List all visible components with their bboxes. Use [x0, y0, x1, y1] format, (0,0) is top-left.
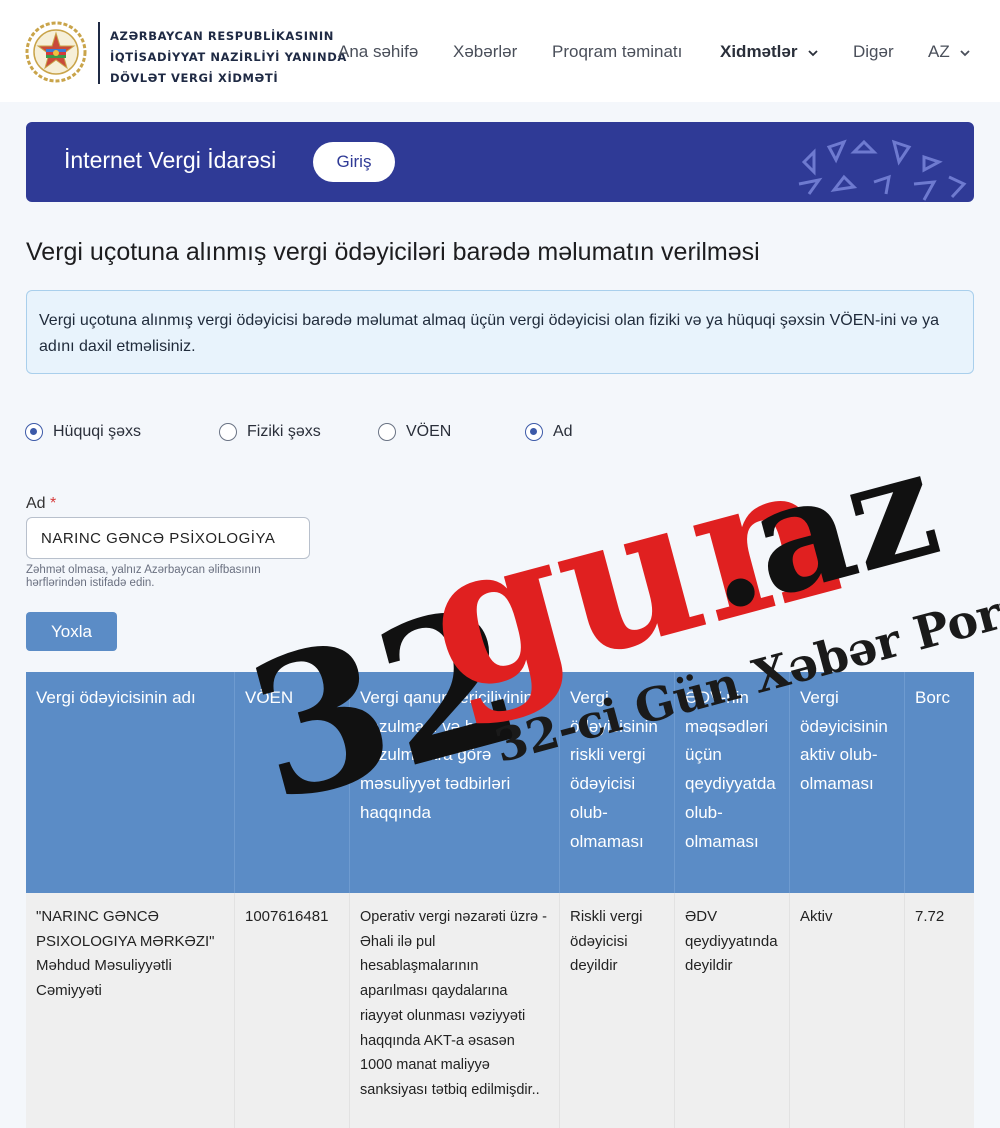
name-field-label: Ad * — [26, 495, 56, 513]
language-label: AZ — [928, 42, 950, 61]
radio-circle[interactable] — [219, 423, 237, 441]
radio-individual[interactable]: Fiziki şəxs — [219, 423, 321, 441]
cell-name: "NARINC GƏNCƏ PSIXOLOGIYA MƏRKƏZI" Məhdu… — [26, 893, 235, 1128]
column-header-name: Vergi ödəyicisinin adı — [26, 672, 235, 893]
check-button[interactable]: Yoxla — [26, 612, 117, 651]
cell-violations: Operativ vergi nəzarəti üzrə - Əhali ilə… — [350, 893, 560, 1128]
nav-other[interactable]: Digər — [853, 42, 894, 62]
cell-debt: 7.72 — [915, 908, 945, 925]
column-header-debt: Borc — [915, 688, 950, 707]
radio-label: Fiziki şəxs — [247, 423, 321, 440]
chevron-down-icon — [960, 49, 971, 56]
nav-home[interactable]: Ana səhifə — [338, 42, 418, 62]
nav-software[interactable]: Proqram təminatı — [552, 42, 682, 62]
nav-services[interactable]: Xidmətlər — [720, 42, 818, 62]
column-header-risky: Vergi ödəyicisinin riskli vergi ödəyicis… — [560, 672, 675, 893]
radio-circle[interactable] — [525, 423, 543, 441]
radio-legal-entity[interactable]: Hüquqi şəxs — [25, 423, 141, 441]
top-header: AZƏRBAYCAN RESPUBLİKASININ İQTİSADİYYAT … — [0, 0, 1000, 102]
internet-tax-banner: İnternet Vergi İdarəsi Giriş — [26, 122, 974, 202]
cell-voen: 1007616481 — [235, 893, 350, 1128]
name-input[interactable] — [26, 517, 310, 559]
radio-label: Ad — [553, 423, 573, 440]
state-emblem-icon[interactable] — [24, 20, 88, 84]
watermark-tld: .az — [682, 415, 954, 646]
name-label-text: Ad — [26, 495, 46, 512]
table-header: Vergi ödəyicisinin adı VÖEN Vergi qanunv… — [26, 672, 974, 893]
input-hint: Zəhmət olmasa, yalnız Azərbaycan əlifbas… — [26, 564, 261, 589]
radio-label: VÖEN — [406, 423, 452, 440]
radio-circle[interactable] — [25, 423, 43, 441]
nav-news[interactable]: Xəbərlər — [453, 42, 517, 62]
required-mark: * — [50, 495, 57, 512]
org-name-line3: DÖVLƏT VERGİ XİDMƏTİ — [110, 71, 279, 85]
login-button[interactable]: Giriş — [313, 142, 395, 182]
chevron-down-icon — [808, 49, 818, 56]
cell-risky: Riskli vergi ödəyicisi deyildir — [560, 893, 675, 1128]
banner-pattern-icon — [798, 139, 967, 201]
column-header-vat: ƏDV-nin məqsədləri üçün qeydiyyatda olub… — [675, 672, 790, 893]
logo-divider — [98, 22, 100, 84]
cell-vat: ƏDV qeydiyyatında deyildir — [675, 893, 790, 1128]
info-message: Vergi uçotuna alınmış vergi ödəyicisi ba… — [26, 290, 974, 374]
radio-voen[interactable]: VÖEN — [378, 423, 451, 441]
radio-circle[interactable] — [378, 423, 396, 441]
org-name[interactable]: AZƏRBAYCAN RESPUBLİKASININ İQTİSADİYYAT … — [110, 26, 347, 89]
results-table: Vergi ödəyicisinin adı VÖEN Vergi qanunv… — [26, 672, 974, 1128]
column-header-voen: VÖEN — [235, 672, 350, 893]
radio-name[interactable]: Ad — [525, 423, 573, 441]
column-header-active: Vergi ödəyicisinin aktiv olub-olmaması — [790, 672, 905, 893]
nav-services-label: Xidmətlər — [720, 42, 798, 61]
language-selector[interactable]: AZ — [928, 42, 971, 62]
table-row: "NARINC GƏNCƏ PSIXOLOGIYA MƏRKƏZI" Məhdu… — [26, 893, 974, 1128]
radio-label: Hüquqi şəxs — [53, 423, 142, 440]
org-name-line2: İQTİSADİYYAT NAZİRLİYİ YANINDA — [110, 50, 347, 64]
column-header-violations: Vergi qanunvericiliyinin pozulması və bu… — [350, 672, 560, 893]
banner-title: İnternet Vergi İdarəsi — [64, 147, 277, 173]
org-name-line1: AZƏRBAYCAN RESPUBLİKASININ — [110, 29, 334, 43]
page-title: Vergi uçotuna alınmış vergi ödəyiciləri … — [26, 238, 760, 266]
cell-active: Aktiv — [790, 893, 905, 1128]
